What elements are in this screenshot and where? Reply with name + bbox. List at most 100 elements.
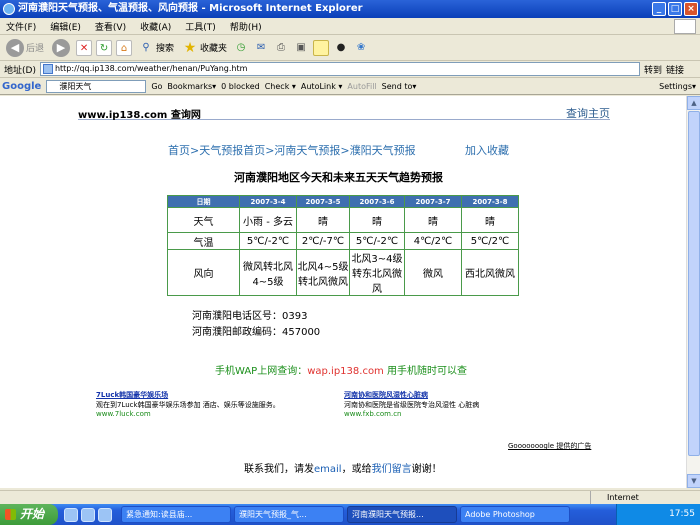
search-button[interactable]: ⚲ 搜索 [136,37,176,59]
page-title: 河南濮阳地区今天和未来五天天气趋势预报 [234,171,443,184]
refresh-icon[interactable]: ↻ [96,39,113,56]
home-link[interactable]: 查询主页 [566,105,610,121]
window-controls: _ □ × [652,2,698,16]
popup-blocked-button[interactable]: 0 blocked [221,82,260,91]
minimize-button[interactable]: _ [652,2,666,16]
scroll-down-icon[interactable]: ▼ [687,474,700,488]
address-label: 地址(D) [4,65,36,76]
qq-icon[interactable]: ● [333,40,349,56]
bookmarks-button[interactable]: Bookmarks▾ [167,82,216,91]
menu-tools[interactable]: 工具(T) [185,20,216,33]
add-favorite-link[interactable]: 加入收藏 [465,142,509,158]
search-icon: ⚲ [142,41,150,53]
windows-logo [674,19,696,34]
system-tray: 17:55 [616,504,700,525]
ad-title[interactable]: 7Luck韩国豪华娱乐场 [96,390,280,400]
menu-help[interactable]: 帮助(H) [230,20,262,33]
ad-block: 河南协和医院风湿性心脏病 河南协和医院是省级医院专治风湿性 心脏病 www.fx… [344,390,479,418]
settings-button[interactable]: Settings▾ [659,82,696,91]
weather-table: 日期 2007-3-4 2007-3-5 2007-3-6 2007-3-7 2… [167,195,519,296]
ad-title[interactable]: 河南协和医院风湿性心脏病 [344,390,479,400]
google-toolbar: Google 濮阳天气 Go Bookmarks▾ 0 blocked Chec… [0,78,700,95]
wap-link[interactable]: wap.ip138.com [307,366,384,377]
sendto-button[interactable]: Send to▾ [382,82,417,91]
table-cell: 小雨 - 多云 [239,207,297,233]
check-button[interactable]: Check ▾ [265,82,296,91]
stop-icon[interactable]: ✕ [76,39,93,56]
google-go-button[interactable]: Go [151,82,162,91]
autofill-button[interactable]: AutoFill [347,82,376,91]
message-link[interactable]: 我们留言 [372,464,412,475]
wap-prefix: 手机WAP上网查询： [215,366,308,377]
google-logo[interactable]: Google [2,81,41,92]
back-arrow-icon: ◀ [6,38,24,57]
start-button[interactable]: 开始 [0,504,58,525]
contact-text: 谢谢！ [411,464,442,475]
scroll-up-icon[interactable]: ▲ [687,96,700,110]
contact-text: 联系我们，请发 [244,464,314,475]
quick-launch-icon[interactable] [81,507,95,522]
quick-launch-icon[interactable] [98,507,112,522]
table-cell: 5℃/2℃ [461,232,519,250]
email-link[interactable]: email [314,464,342,475]
vertical-scrollbar[interactable]: ▲ ▼ [686,96,700,488]
ad-description: 观在到7Luck韩国豪华娱乐场参加 酒店、娱乐等设施服务。 [96,401,280,409]
site-name[interactable]: www.ip138.com 查询网 [78,106,201,121]
window-title: 河南濮阳天气预报、气温预报、风向预报 - Microsoft Internet … [18,3,363,14]
quick-launch [58,507,118,522]
status-bar: Internet [0,490,700,505]
menu-edit[interactable]: 编辑(E) [50,20,81,33]
home-icon[interactable]: ⌂ [116,39,133,56]
row-label: 风向 [167,249,240,296]
note-icon[interactable] [313,39,330,56]
taskbar: 开始 紧急通知:读县庙... 濮阳天气预报_气... 河南濮阳天气预报... A… [0,504,700,525]
autolink-button[interactable]: AutoLink ▾ [301,82,343,91]
edit-icon[interactable]: ▣ [293,40,309,56]
favorites-button[interactable]: ★ 收藏夹 [180,37,229,59]
address-url: http://qq.ip138.com/weather/henan/PuYang… [54,64,248,73]
back-label: 后退 [26,44,45,54]
contact-line: 联系我们，请发email，或给我们留言谢谢！ [244,460,442,475]
quick-launch-icon[interactable] [64,507,78,522]
table-cell: 晴 [461,207,519,233]
table-cell: 5℃/-2℃ [349,232,405,250]
header-cell: 2007-3-5 [296,195,350,208]
links-label[interactable]: 链接 [666,63,684,76]
go-button[interactable]: 转到 [644,63,662,76]
ie-icon [3,3,15,15]
print-icon[interactable]: ⎙ [273,40,289,56]
taskbar-item[interactable]: 河南濮阳天气预报... [347,506,457,523]
maximize-button[interactable]: □ [668,2,682,16]
header-cell: 日期 [167,195,240,208]
ad-block: 7Luck韩国豪华娱乐场 观在到7Luck韩国豪华娱乐场参加 酒店、娱乐等设施服… [96,390,280,418]
security-zone: Internet [590,491,639,505]
history-icon[interactable]: ◷ [233,40,249,56]
google-ads-link[interactable]: Gooooooogle 提供的广告 [508,441,591,451]
msn-icon[interactable]: ❀ [353,40,369,56]
window-title-bar: 河南濮阳天气预报、气温预报、风向预报 - Microsoft Internet … [0,0,700,18]
menu-file[interactable]: 文件(F) [6,20,36,33]
scroll-thumb[interactable] [688,111,700,456]
google-search-input[interactable]: 濮阳天气 [46,79,147,93]
back-button[interactable]: ◀ 后退 [4,37,46,59]
table-row: 天气 小雨 - 多云 晴 晴 晴 晴 [167,207,519,233]
table-cell: 5℃/-2℃ [239,232,297,250]
table-cell: 晴 [296,207,350,233]
breadcrumb[interactable]: 首页>天气预报首页>河南天气预报>濮阳天气预报 [168,142,416,158]
ad-url[interactable]: www.7luck.com [96,410,280,418]
taskbar-item[interactable]: 紧急通知:读县庙... [121,506,231,523]
taskbar-item[interactable]: Adobe Photoshop [460,506,570,523]
menu-view[interactable]: 查看(V) [95,20,126,33]
mail-icon[interactable]: ✉ [253,40,269,56]
forward-button[interactable]: ▶ [50,37,72,59]
page-content: www.ip138.com 查询网 查询主页 首页>天气预报首页>河南天气预报>… [0,96,686,488]
taskbar-item[interactable]: 濮阳天气预报_气... [234,506,344,523]
header-cell: 2007-3-7 [404,195,462,208]
table-cell: 北风4~5级转北风微风 [296,249,350,296]
menu-favorites[interactable]: 收藏(A) [140,20,171,33]
ad-url[interactable]: www.fxb.com.cn [344,410,479,418]
close-button[interactable]: × [684,2,698,16]
table-cell: 微风转北风4~5级 [239,249,297,296]
address-input[interactable]: http://qq.ip138.com/weather/henan/PuYang… [39,62,640,76]
row-label: 天气 [167,207,240,233]
